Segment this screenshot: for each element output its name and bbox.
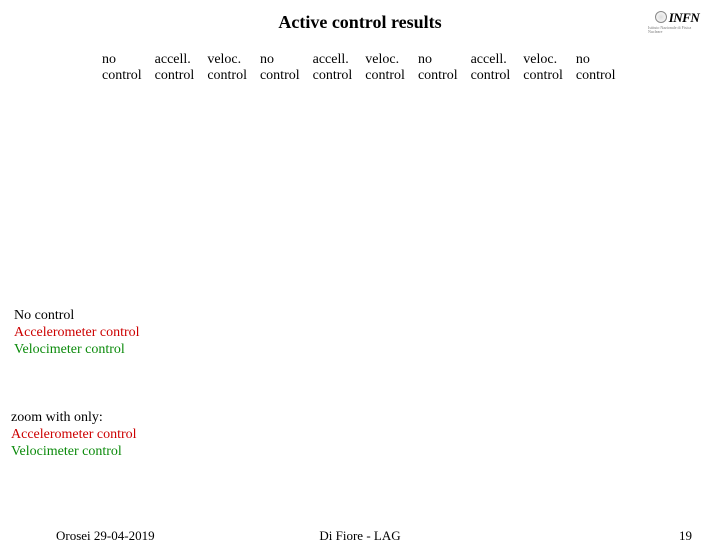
col-line2: control [313,68,353,83]
col-line2: control [207,68,247,83]
footer-date: Orosei 29-04-2019 [56,528,155,544]
col-line1: veloc. [207,52,241,67]
col-line1: accell. [313,52,349,67]
column-header: veloc. control [365,52,405,84]
col-line1: accell. [155,52,191,67]
column-header: accell. control [155,52,195,84]
column-header: no control [418,52,458,84]
legend-zoom-velocimeter: Velocimeter control [11,444,137,461]
col-line2: control [471,68,511,83]
col-line1: veloc. [523,52,557,67]
infn-logo-mark: INFN [655,10,700,24]
column-header: no control [102,52,142,84]
page-title: Active control results [0,12,720,33]
column-header: no control [260,52,300,84]
col-line2: control [365,68,405,83]
col-line1: no [576,52,590,67]
column-headers: no control accell. control veloc. contro… [102,52,616,84]
legend-zoom: zoom with only: Accelerometer control Ve… [11,410,137,460]
column-header: accell. control [471,52,511,84]
legend-primary: No control Accelerometer control Velocim… [14,308,140,358]
col-line1: veloc. [365,52,399,67]
infn-logo: INFN Istituto Nazionale di Fisica Nuclea… [648,10,706,40]
col-line2: control [260,68,300,83]
col-line2: control [418,68,458,83]
legend-zoom-intro: zoom with only: [11,410,137,427]
col-line1: no [102,52,116,67]
column-header: veloc. control [523,52,563,84]
column-header: no control [576,52,616,84]
col-line2: control [523,68,563,83]
infn-logo-subtitle: Istituto Nazionale di Fisica Nucleare [648,26,706,34]
page-number: 19 [679,528,692,544]
legend-no-control: No control [14,308,140,325]
col-line1: accell. [471,52,507,67]
footer-author: Di Fiore - LAG [319,528,400,544]
legend-zoom-accelerometer: Accelerometer control [11,427,137,444]
col-line2: control [155,68,195,83]
col-line2: control [576,68,616,83]
col-line1: no [418,52,432,67]
column-header: accell. control [313,52,353,84]
col-line2: control [102,68,142,83]
legend-accelerometer: Accelerometer control [14,325,140,342]
column-header: veloc. control [207,52,247,84]
legend-velocimeter: Velocimeter control [14,342,140,359]
col-line1: no [260,52,274,67]
